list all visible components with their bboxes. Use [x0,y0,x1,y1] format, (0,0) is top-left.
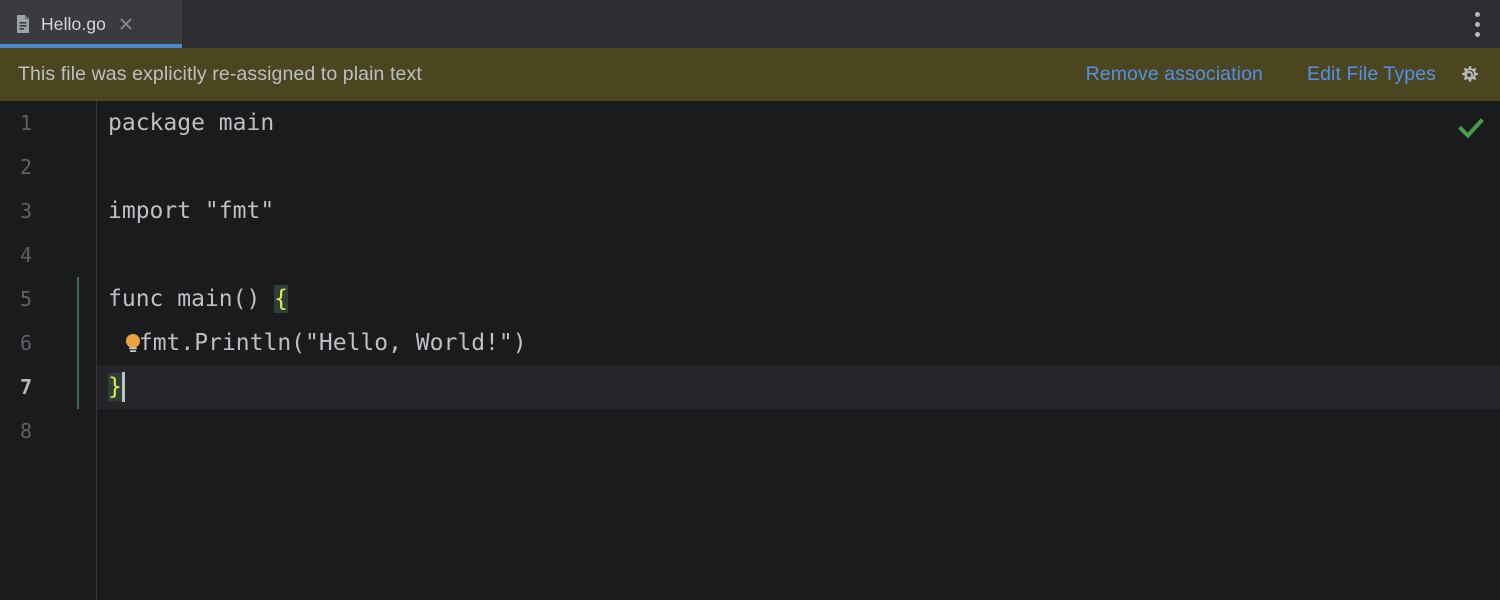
code-editor[interactable]: 1 2 3 4 5 6 7 8 package main import "fmt… [0,101,1500,600]
line-number-4: 4 [19,243,32,267]
file-type-notification-bar: This file was explicitly re-assigned to … [0,48,1500,101]
editor-gutter[interactable]: 1 2 3 4 5 6 7 8 [0,101,97,600]
matching-brace-close: } [108,373,122,401]
code-line-1: package main [108,110,275,136]
code-line-5-text: func main() [108,286,275,312]
text-caret [122,372,125,402]
line-number-3: 3 [19,199,32,223]
code-block-indicator[interactable] [77,277,79,409]
more-vertical-icon[interactable] [1454,0,1500,48]
editor-tab-label: Hello.go [41,13,107,34]
code-line-7: } [108,365,122,409]
code-line-6-indent [108,330,122,356]
code-line-6: fmt.Println("Hello, World!") [108,321,527,365]
code-line-3: import "fmt" [108,198,275,224]
code-line-5: func main() { [108,277,289,321]
tab-bar-empty-space [182,0,1454,48]
code-text-area[interactable]: package main import "fmt" func main() { … [97,101,1500,600]
line-number-6: 6 [19,331,32,355]
line-number-5: 5 [19,287,32,311]
close-icon[interactable] [117,15,135,33]
line-number-8: 8 [19,419,32,443]
gear-icon[interactable] [1456,62,1482,88]
line-number-7: 7 [19,375,32,399]
line-number-2: 2 [19,155,32,179]
editor-tab-hello-go[interactable]: Hello.go [0,0,182,48]
editor-tab-bar: Hello.go [0,0,1500,48]
remove-association-link[interactable]: Remove association [1086,63,1263,86]
notification-message: This file was explicitly re-assigned to … [18,63,422,85]
edit-file-types-link[interactable]: Edit File Types [1307,63,1436,86]
checkmark-icon[interactable] [1456,113,1486,143]
code-line-6-text: fmt.Println("Hello, World!") [138,330,527,356]
plain-text-file-icon [17,15,29,33]
active-tab-indicator [0,44,182,48]
line-number-1: 1 [19,111,32,135]
matching-brace-open: { [274,285,289,313]
editor-window: Hello.go This file was explicitly re-ass… [0,0,1500,600]
